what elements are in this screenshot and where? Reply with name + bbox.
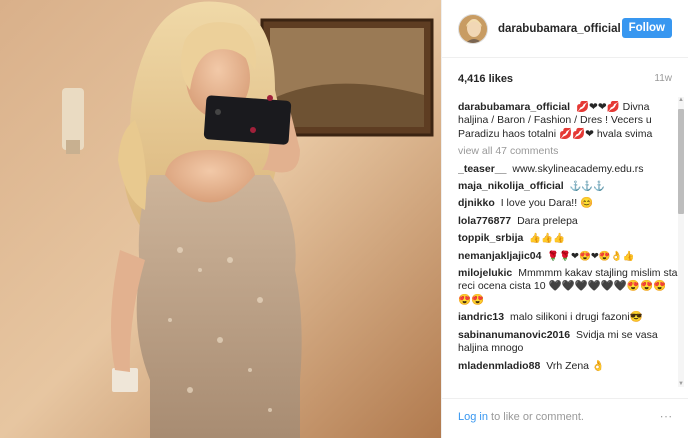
comment: maja_nikolija_official ⚓⚓⚓ (458, 180, 678, 193)
avatar[interactable] (458, 13, 488, 44)
comment-text: 🌹🌹❤😍❤😍👌👍 (547, 250, 635, 262)
post-sidebar: darabubamara_official Follow 4,416 likes… (441, 0, 688, 438)
caption-username[interactable]: darabubamara_official (458, 101, 570, 113)
comment-username[interactable]: sabinanumanovic2016 (458, 329, 570, 341)
view-all-comments-link[interactable]: view all 47 comments (458, 145, 678, 158)
post-modal: darabubamara_official Follow 4,416 likes… (0, 0, 688, 438)
likes-count[interactable]: 4,416 likes (458, 73, 513, 85)
post-footer: Log in to like or comment. ∙∙∙ (442, 398, 688, 438)
comment: mladenmladio88 Vrh Zena 👌 (458, 360, 678, 373)
likes-row: 4,416 likes 11w (458, 73, 672, 85)
comment-username[interactable]: iandric13 (458, 311, 504, 323)
caption: darabubamara_official 💋❤❤💋 Divna haljina… (458, 101, 678, 141)
comment-username[interactable]: djnikko (458, 197, 495, 209)
post-header: darabubamara_official Follow (442, 0, 688, 58)
comment: sabinanumanovic2016 Svidja mi se vasa ha… (458, 329, 678, 356)
comment-username[interactable]: nemanjakljajic04 (458, 250, 541, 262)
comment-username[interactable]: lola776877 (458, 215, 511, 227)
comment-text: malo silikoni i drugi fazoni😎 (510, 311, 643, 324)
comment-text: www.skylineacademy.edu.rs (512, 162, 644, 175)
username-link[interactable]: darabubamara_official (498, 23, 621, 35)
comment-text: 👍👍👍 (529, 233, 565, 245)
scroll-down-icon[interactable]: ▼ (678, 381, 684, 387)
comments-list: darabubamara_official 💋❤❤💋 Divna haljina… (458, 101, 678, 391)
comment-text: I love you Dara!! 😊 (500, 197, 594, 210)
comment-username[interactable]: mladenmladio88 (458, 360, 540, 372)
post-time[interactable]: 11w (654, 73, 672, 85)
scroll-up-icon[interactable]: ▲ (678, 97, 684, 103)
more-options-icon[interactable]: ∙∙∙ (660, 409, 673, 438)
post-photo[interactable] (0, 0, 441, 438)
comment-text: Dara prelepa (517, 214, 578, 227)
comment-username[interactable]: toppik_srbija (458, 232, 523, 244)
comment: iandric13 malo silikoni i drugi fazoni😎 (458, 311, 678, 324)
selfie-image (0, 0, 441, 438)
comment: djnikko I love you Dara!! 😊 (458, 197, 678, 210)
comment: nemanjakljajic04 🌹🌹❤😍❤😍👌👍 (458, 250, 678, 263)
follow-button[interactable]: Follow (621, 18, 672, 38)
comment-text: Vrh Zena 👌 (546, 359, 605, 372)
login-prompt-text: to like or comment. (487, 411, 584, 423)
comment-username[interactable]: milojelukic (458, 267, 512, 279)
login-link[interactable]: Log in (458, 411, 488, 423)
comment-username[interactable]: maja_nikolija_official (458, 180, 564, 192)
comment-username[interactable]: _teaser__ (458, 163, 506, 175)
avatar-image (459, 14, 487, 43)
comment: toppik_srbija 👍👍👍 (458, 232, 678, 245)
comment: lola776877 Dara prelepa (458, 215, 678, 228)
comment-text: ⚓⚓⚓ (569, 181, 606, 193)
comment: milojelukic Mmmmm kakav stajling mislim … (458, 267, 678, 307)
scrollbar-thumb[interactable] (678, 109, 684, 214)
comments-scrollbar[interactable]: ▲ ▼ (678, 97, 684, 387)
comment: _teaser__ www.skylineacademy.edu.rs (458, 163, 678, 176)
